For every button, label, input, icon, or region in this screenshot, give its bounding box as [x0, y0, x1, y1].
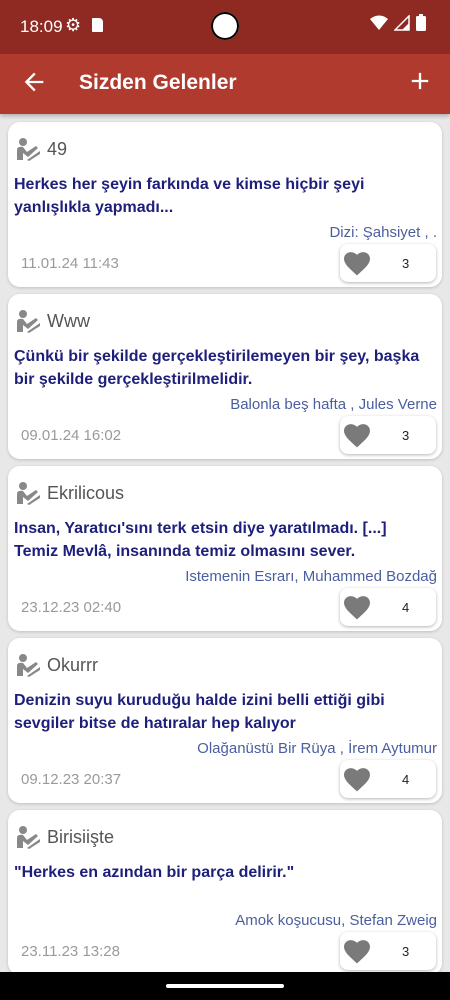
post-quote: Denizin suyu kuruduğu halde izini belli …	[14, 692, 385, 732]
post-card[interactable]: 49 Herkes her şeyin farkında ve kimse hi…	[8, 122, 442, 287]
wifi-icon	[370, 15, 388, 30]
post-username: Okurrr	[47, 655, 98, 675]
signal-icon	[394, 14, 410, 31]
post-source: Olağanüstü Bir Rüya , İrem Aytumur	[197, 740, 437, 757]
heart-icon	[344, 768, 370, 792]
like-count: 3	[402, 428, 410, 443]
post-source: Amok koşucusu, Stefan Zweig	[235, 912, 437, 929]
status-bar: 18:09 ⚙	[0, 0, 450, 54]
posts-list: 49 Herkes her şeyin farkında ve kimse hi…	[8, 122, 442, 982]
like-button[interactable]: 4	[340, 760, 436, 798]
post-card[interactable]: Birisiişte "Herkes en azından bir parça …	[8, 810, 442, 975]
heart-icon	[344, 940, 370, 964]
post-source: Balonla beş hafta , Jules Verne	[230, 396, 437, 413]
like-count: 4	[402, 772, 410, 787]
app-bar: Sizden Gelenler	[0, 54, 450, 114]
page-title: Sizden Gelenler	[79, 71, 237, 94]
reader-icon	[17, 138, 40, 161]
post-username: Birisiişte	[47, 827, 115, 847]
post-username: Www	[47, 311, 90, 331]
like-count: 4	[402, 600, 410, 615]
post-date: 11.01.24 11:43	[21, 255, 119, 272]
settings-status-icon: ⚙	[65, 15, 82, 35]
post-card[interactable]: Okurrr Denizin suyu kuruduğu halde izini…	[8, 638, 442, 803]
heart-icon	[344, 596, 370, 620]
camera-cutout	[211, 12, 239, 40]
sd-card-icon	[92, 18, 103, 32]
reader-icon	[17, 826, 40, 849]
system-nav-bar	[0, 972, 450, 1000]
post-card[interactable]: Ekrilicous Insan, Yaratıcı'sını terk ets…	[8, 466, 442, 631]
battery-icon	[416, 14, 426, 31]
post-date: 23.11.23 13:28	[21, 943, 120, 960]
like-count: 3	[402, 256, 410, 271]
post-card[interactable]: Www Çünkü bir şekilde gerçekleştirilemey…	[8, 294, 442, 459]
post-quote: Herkes her şeyin farkında ve kimse hiçbi…	[14, 176, 365, 216]
heart-icon	[344, 424, 370, 448]
post-username: Ekrilicous	[47, 483, 125, 503]
post-quote: Insan, Yaratıcı'sını terk etsin diye yar…	[14, 520, 387, 560]
like-button[interactable]: 4	[340, 588, 436, 626]
post-quote: "Herkes en azından bir parça delirir."	[14, 864, 295, 881]
like-button[interactable]: 3	[340, 244, 436, 282]
like-count: 3	[402, 944, 410, 959]
reader-icon	[17, 310, 40, 333]
back-arrow-icon[interactable]	[20, 68, 48, 96]
home-gesture-handle[interactable]	[166, 984, 284, 988]
status-time: 18:09	[20, 17, 63, 36]
post-username: 49	[47, 139, 68, 159]
reader-icon	[17, 482, 40, 505]
heart-icon	[344, 252, 370, 276]
post-date: 09.01.24 16:02	[21, 427, 122, 444]
like-button[interactable]: 3	[340, 416, 436, 454]
post-date: 23.12.23 02:40	[21, 599, 122, 616]
post-quote: Çünkü bir şekilde gerçekleştirilemeyen b…	[14, 348, 420, 388]
post-source: Istemenin Esrarı, Muhammed Bozdağ	[185, 568, 437, 585]
post-source: Dizi: Şahsiyet , .	[329, 224, 437, 241]
reader-icon	[17, 654, 40, 677]
like-button[interactable]: 3	[340, 932, 436, 970]
post-date: 09.12.23 20:37	[21, 771, 122, 788]
add-icon[interactable]	[406, 67, 434, 95]
